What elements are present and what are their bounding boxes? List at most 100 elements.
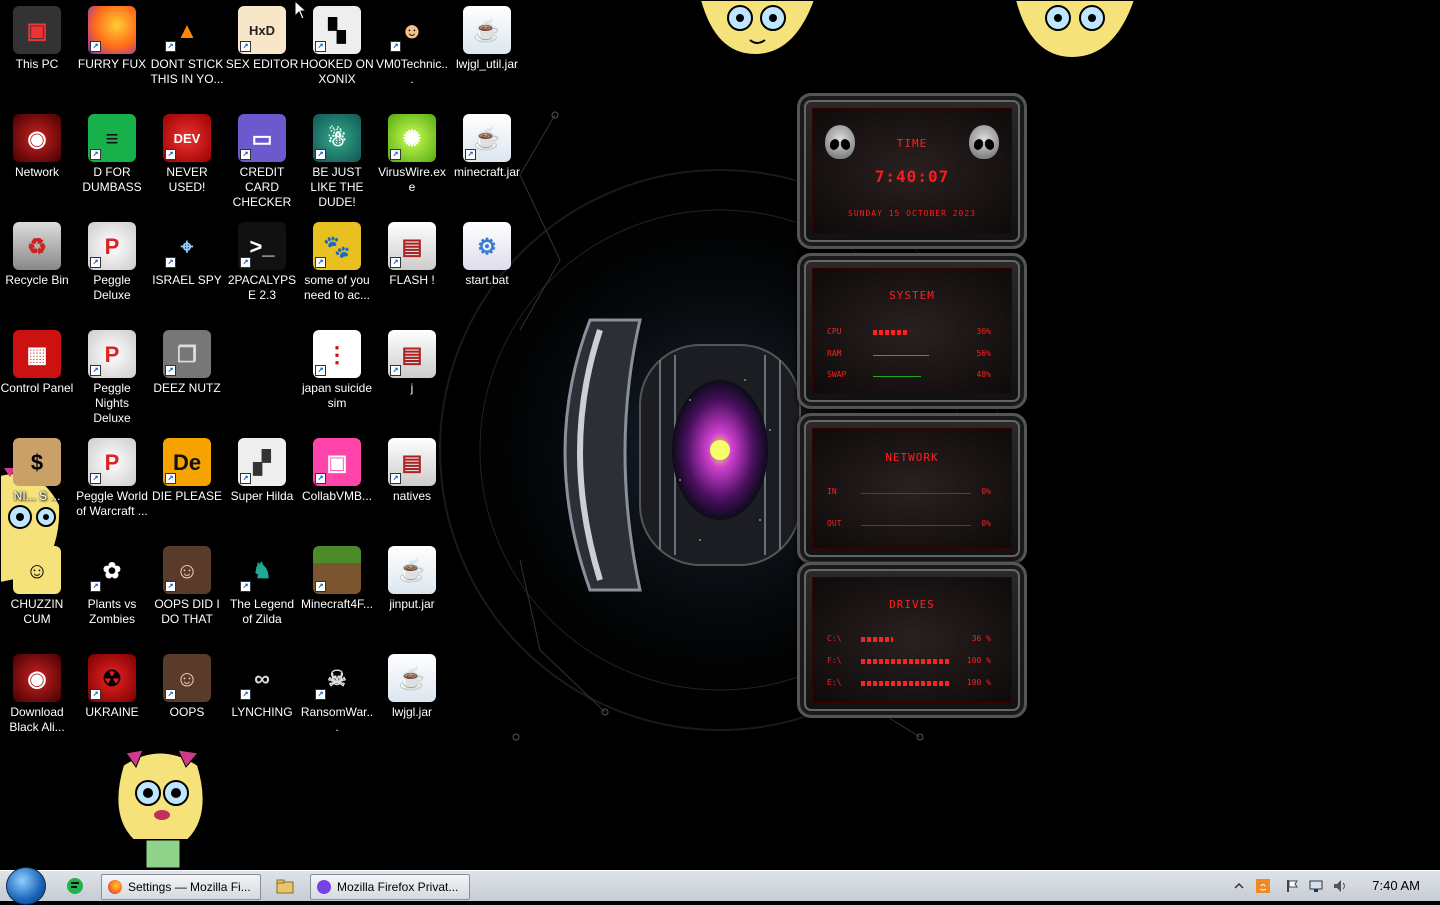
desktop-icon[interactable]: DEV ↗ NEVER USED! xyxy=(150,108,224,208)
desktop-icon-label: 2PACALYPSE 2.3 xyxy=(227,273,297,302)
desktop-icon[interactable]: ⋮ ↗ japan suicide sim xyxy=(300,324,374,424)
desktop-icon[interactable]: ▤ ↗ FLASH ! xyxy=(375,216,449,316)
desktop-icon-label: jinput.jar xyxy=(389,597,435,611)
recycle-bin-icon: ♻ xyxy=(13,222,61,270)
desktop-icon[interactable]: ❐ ↗ DEEZ NUTZ xyxy=(150,324,224,424)
desktop-icon[interactable]: ▚ ↗ HOOKED ON XONIX xyxy=(300,0,374,100)
shortcut-arrow-icon: ↗ xyxy=(240,473,251,484)
desktop-icon-label: CHUZZIN CUM xyxy=(10,597,64,626)
shortcut-arrow-icon: ↗ xyxy=(315,365,326,376)
shortcut-arrow-icon: ↗ xyxy=(390,149,401,160)
desktop-icon[interactable]: ◉ Network xyxy=(0,108,74,208)
desktop-icon[interactable]: ⌖ ↗ ISRAEL SPY xyxy=(150,216,224,316)
shortcut-arrow-icon: ↗ xyxy=(240,689,251,700)
desktop-icon[interactable]: ▤ ↗ natives xyxy=(375,432,449,532)
desktop-icon[interactable]: ☕ lwjgl_util.jar xyxy=(450,0,524,100)
gadget-row-value: 48% xyxy=(976,370,991,379)
desktop-icon[interactable]: ♻ Recycle Bin xyxy=(0,216,74,316)
desktop-icon[interactable]: ☕ jinput.jar xyxy=(375,540,449,640)
desktop-icon[interactable]: ☢ ↗ UKRAINE xyxy=(75,648,149,748)
taskbar-button-firefox-settings[interactable]: Settings — Mozilla Fi... xyxy=(101,874,261,900)
pc-icon: ▣ xyxy=(13,6,61,54)
notepad-quick-launch-icon[interactable] xyxy=(66,877,84,895)
gadget-row-value: 36 % xyxy=(971,634,991,643)
desktop-icon[interactable]: ▞ ↗ Super Hilda xyxy=(225,432,299,532)
desktop-icon[interactable]: ☺ ↗ OOPS DID I DO THAT xyxy=(150,540,224,640)
alien-icon: ◉ xyxy=(13,654,61,702)
desktop-icon[interactable]: ☕ ↗ minecraft.jar xyxy=(450,108,524,208)
desktop-icon-label: NI... S ... xyxy=(13,489,61,503)
usage-bar xyxy=(873,330,909,335)
shortcut-arrow-icon: ↗ xyxy=(315,581,326,592)
desktop-icon[interactable]: ↗ FURRY FUX xyxy=(75,0,149,100)
desktop-icon[interactable]: ✿ ↗ Plants vs Zombies xyxy=(75,540,149,640)
desktop-icon[interactable]: ≡ ↗ D FOR DUMBASS xyxy=(75,108,149,208)
desktop-icon[interactable]: P ↗ Peggle Deluxe xyxy=(75,216,149,316)
file-explorer-icon[interactable] xyxy=(276,877,294,895)
xonix-icon: ▚ ↗ xyxy=(313,6,361,54)
desktop-icon[interactable]: ☺ ↗ OOPS xyxy=(150,648,224,748)
desktop-icon[interactable]: ▣ ↗ CollabVMB... xyxy=(300,432,374,532)
desktop-icon[interactable]: ▤ ↗ j xyxy=(375,324,449,424)
desktop-icon[interactable]: 🐾 ↗ some of you need to ac... xyxy=(300,216,374,316)
shortcut-arrow-icon: ↗ xyxy=(90,41,101,52)
java-update-icon[interactable] xyxy=(1256,879,1270,893)
shortcut-arrow-icon: ↗ xyxy=(165,257,176,268)
gadget-network-row-out: OUT 0% xyxy=(827,519,991,531)
shortcut-arrow-icon: ↗ xyxy=(90,473,101,484)
desktop-icon[interactable]: ▲ ↗ DONT STICK THIS IN YO... xyxy=(150,0,224,100)
devcpp-icon: DEV ↗ xyxy=(163,114,211,162)
shortcut-arrow-icon: ↗ xyxy=(240,257,251,268)
desktop-icon-label: minecraft.jar xyxy=(453,165,521,179)
beaver-icon: 🐾 ↗ xyxy=(313,222,361,270)
folder-icon: ▤ ↗ xyxy=(388,222,436,270)
desktop-icon[interactable]: ☠ ↗ RansomWar... xyxy=(300,648,374,748)
gadget-system-title: SYSTEM xyxy=(889,289,935,302)
elf-icon: ♞ ↗ xyxy=(238,546,286,594)
desktop-icon[interactable]: P ↗ Peggle Nights Deluxe xyxy=(75,324,149,425)
desktop-icon-label: some of you need to ac... xyxy=(303,273,371,302)
desktop-icon[interactable]: ✺ ↗ VirusWire.exe xyxy=(375,108,449,208)
desktop-icon-label: OOPS DID I DO THAT xyxy=(154,597,220,626)
shortcut-arrow-icon: ↗ xyxy=(390,41,401,52)
start-button[interactable] xyxy=(6,867,46,905)
desktop-icon[interactable]: ▭ ↗ CREDIT CARD CHECKER xyxy=(225,108,299,209)
desktop-icon-label: CollabVMB... xyxy=(301,489,373,503)
desktop-icon[interactable]: ☻ ↗ VM0Technic... xyxy=(375,0,449,100)
volume-icon[interactable] xyxy=(1333,879,1347,893)
desktop-icon-label: OOPS xyxy=(169,705,205,719)
action-center-icon[interactable] xyxy=(1285,879,1299,893)
vlc-icon: ▲ ↗ xyxy=(163,6,211,54)
desktop-icon[interactable]: ↗ Minecraft4F... xyxy=(300,540,374,640)
desktop-icon[interactable]: De ↗ DIE PLEASE xyxy=(150,432,224,532)
desktop-icon-label: Peggle Nights Deluxe xyxy=(93,381,131,425)
desktop-icon[interactable]: HxD ↗ SEX EDITOR xyxy=(225,0,299,100)
document-icon: ⋮ ↗ xyxy=(313,330,361,378)
santa-icon: ☃ ↗ xyxy=(313,114,361,162)
desktop-icon[interactable]: ▦ Control Panel xyxy=(0,324,74,424)
gadget-row-value: 36% xyxy=(976,327,991,336)
show-hidden-icon[interactable] xyxy=(1232,879,1246,893)
desktop-icon[interactable]: ♞ ↗ The Legend of Zilda xyxy=(225,540,299,640)
desktop-icon-label: natives xyxy=(392,489,432,503)
desktop-icon[interactable]: ∞ ↗ LYNCHING xyxy=(225,648,299,748)
drive-usage-bar xyxy=(861,637,893,642)
desktop-icon[interactable]: ⚙ start.bat xyxy=(450,216,524,316)
taskbar-button-firefox-private[interactable]: Mozilla Firefox Privat... xyxy=(310,874,470,900)
desktop-icon[interactable]: ◉ Download Black Ali... xyxy=(0,648,74,748)
desktop-icon[interactable]: $ NI... S ... xyxy=(0,432,74,532)
desktop-icon-label: DEEZ NUTZ xyxy=(153,381,221,395)
network-icon[interactable] xyxy=(1309,879,1323,893)
desktop-icon[interactable]: ☺ CHUZZIN CUM xyxy=(0,540,74,640)
desktop-icon[interactable]: >_ ↗ 2PACALYPSE 2.3 xyxy=(225,216,299,316)
alien-icon: ◉ xyxy=(13,114,61,162)
desktop-icon[interactable]: P ↗ Peggle World of Warcraft ... xyxy=(75,432,149,532)
desktop-icon-label: Recycle Bin xyxy=(5,273,69,287)
notepad-icon: ≡ ↗ xyxy=(88,114,136,162)
desktop-icon[interactable]: ☕ lwjgl.jar xyxy=(375,648,449,748)
desktop-icon[interactable]: ▣ This PC xyxy=(0,0,74,100)
shortcut-arrow-icon: ↗ xyxy=(165,365,176,376)
desktop-icon[interactable]: ☃ ↗ BE JUST LIKE THE DUDE! xyxy=(300,108,374,209)
shortcut-arrow-icon: ↗ xyxy=(90,581,101,592)
taskbar-clock[interactable]: 7:40 AM xyxy=(1372,871,1420,901)
